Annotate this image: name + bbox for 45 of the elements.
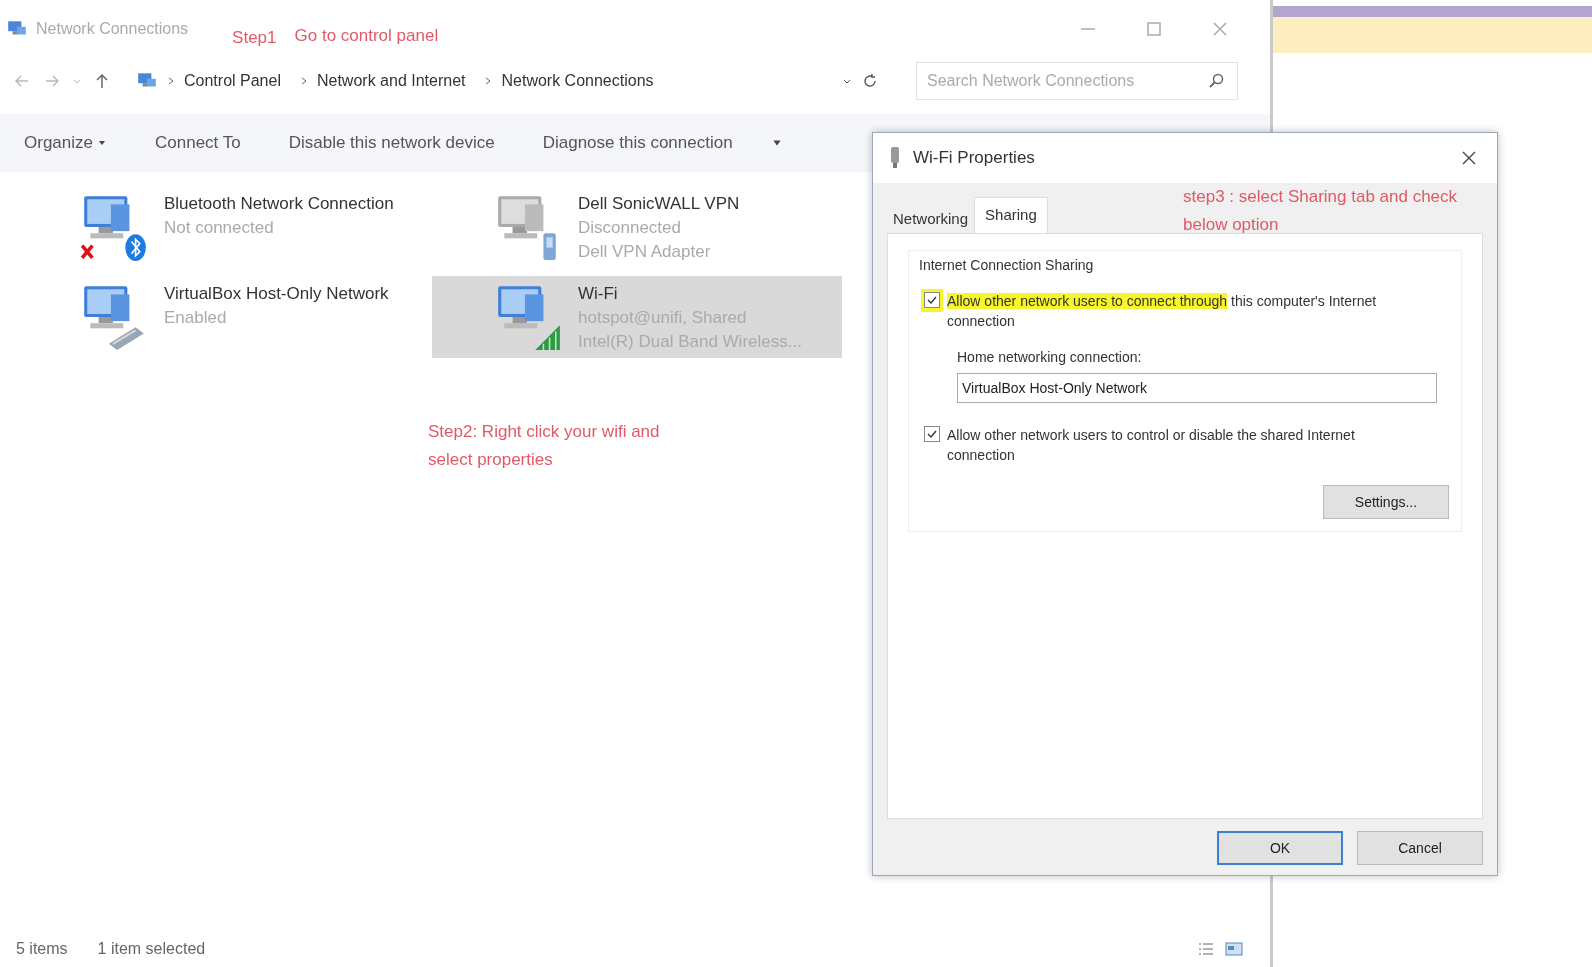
check-mark-icon bbox=[926, 294, 938, 306]
connection-name: VirtualBox Host-Only Network bbox=[164, 284, 389, 304]
annotation-text: Step2: Right click your wifi and select properties bbox=[428, 421, 661, 471]
dialog-button[interactable]: Cancel bbox=[1357, 831, 1483, 865]
breadcrumb-item[interactable]: Control Panel bbox=[184, 72, 281, 90]
connection-item[interactable]: VirtualBox Host-Only Network Enabled bbox=[72, 276, 432, 358]
annotation-text: step3 : select Sharing tab and check below option bbox=[1183, 186, 1459, 236]
item-count: 5 items bbox=[16, 940, 68, 958]
connection-name: Bluetooth Network Connection bbox=[164, 194, 394, 214]
connection-item[interactable]: Bluetooth Network Connection Not connected bbox=[72, 186, 432, 268]
checkbox[interactable] bbox=[924, 292, 940, 308]
connection-status: Not connected bbox=[164, 218, 275, 238]
annotation-label: Step1 bbox=[232, 28, 277, 48]
breadcrumb-item[interactable]: Network Connections bbox=[501, 72, 654, 90]
connection-name: Dell SonicWALL VPN bbox=[578, 194, 740, 214]
dialog-button[interactable]: OK bbox=[1217, 831, 1343, 865]
chevron-right-icon bbox=[166, 76, 176, 86]
tiles-view-icon[interactable] bbox=[1224, 939, 1244, 959]
checkbox[interactable] bbox=[924, 426, 940, 442]
tab[interactable]: Networking bbox=[887, 204, 975, 233]
toolbar-button[interactable]: Disable this network device bbox=[278, 127, 505, 159]
connection-name: Wi-Fi bbox=[578, 284, 619, 304]
checkbox-label: Allow other network users to connect through this computer's Internet connection bbox=[947, 292, 1378, 331]
connection-field[interactable]: VirtualBox Host-Only Network bbox=[957, 373, 1437, 403]
connection-status: Disconnected bbox=[578, 218, 682, 238]
toolbar-button[interactable]: Organize bbox=[14, 127, 117, 159]
annotation-text: Go to control panel bbox=[294, 26, 439, 46]
connection-item[interactable]: Dell SonicWALL VPN Disconnected Dell VPN Adapter bbox=[432, 186, 842, 268]
group-label: Internet Connection Sharing bbox=[919, 257, 1095, 273]
adapter-icon bbox=[889, 146, 901, 170]
search-field[interactable]: Search Network Connections bbox=[916, 62, 1238, 100]
checkbox-label: Allow other network users to control or disable the shared Internet connection bbox=[947, 426, 1356, 465]
tab[interactable]: Sharing bbox=[974, 197, 1048, 233]
connection-status: Enabled bbox=[164, 308, 228, 328]
settings-button[interactable]: Settings... bbox=[1323, 485, 1449, 519]
adapter-name: Dell VPN Adapter bbox=[578, 242, 712, 262]
breadcrumb-item[interactable]: Network and Internet bbox=[316, 72, 466, 90]
selection-count: 1 item selected bbox=[97, 940, 206, 958]
check-mark-icon bbox=[926, 428, 938, 440]
toolbar-button[interactable]: Connect To bbox=[145, 127, 251, 159]
field-label: Home networking connection: bbox=[957, 349, 1143, 365]
dialog-title: Wi-Fi Properties bbox=[913, 148, 1035, 168]
window-title: Network Connections bbox=[36, 20, 189, 38]
address-bar[interactable]: Control Panel Network and Internet Network Connections bbox=[128, 63, 888, 99]
toolbar-button[interactable]: Diagnose this connection bbox=[532, 127, 743, 159]
